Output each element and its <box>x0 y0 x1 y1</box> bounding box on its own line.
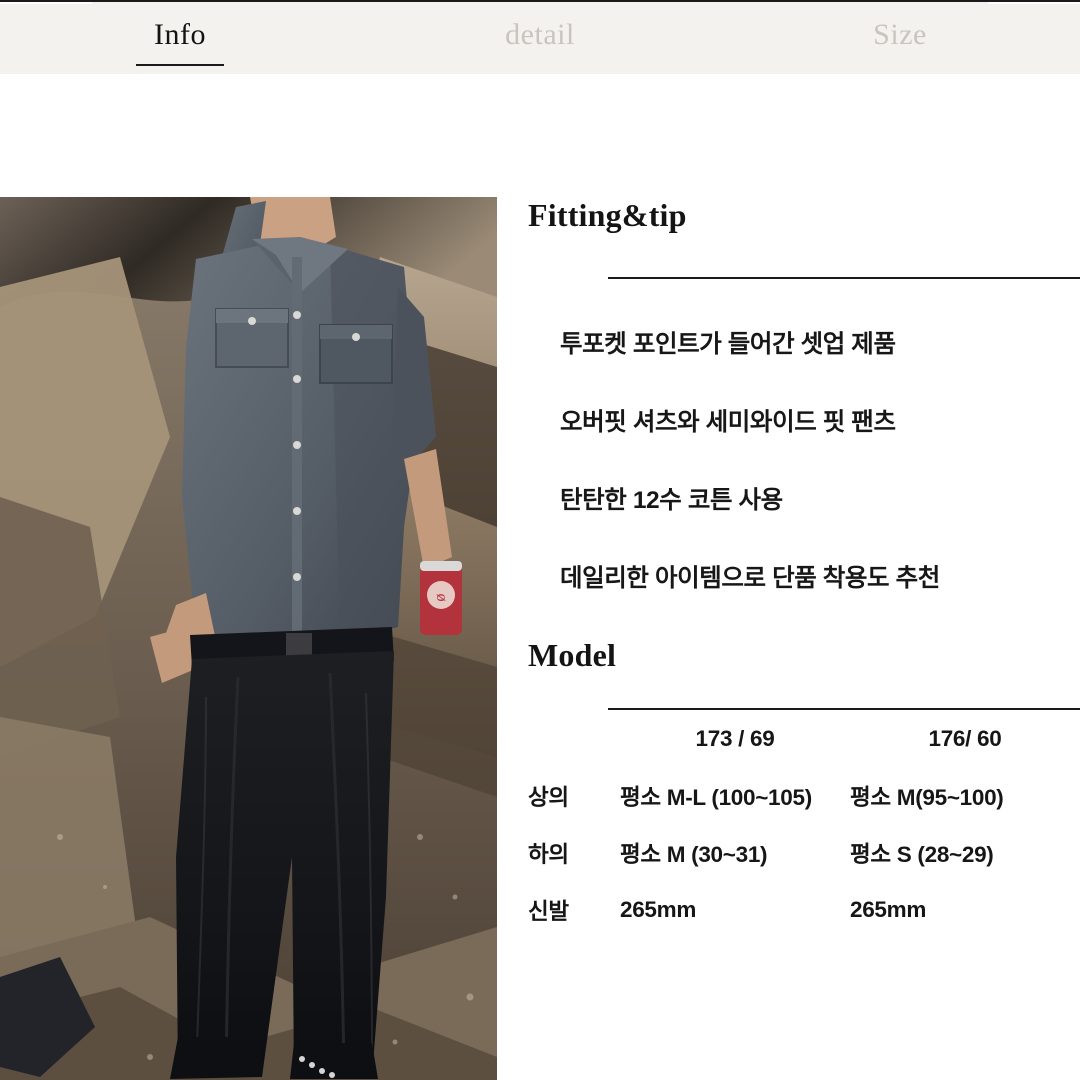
fitting-list: 투포켓 포인트가 들어간 셋업 제품 오버핏 셔츠와 세미와이드 핏 팬츠 탄탄… <box>528 325 1080 594</box>
row-value-a: 평소 M-L (100~105) <box>620 784 812 810</box>
row-label: 하의 <box>528 841 569 867</box>
svg-text:ᴓ: ᴓ <box>437 588 446 605</box>
row-value-a: 평소 M (30~31) <box>620 841 768 867</box>
fitting-heading: Fitting&tip <box>528 197 687 233</box>
fitting-line: 데일리한 아이템으로 단품 착용도 추천 <box>560 565 940 592</box>
model-table-corner <box>528 710 620 767</box>
table-row: 상의 평소 M-L (100~105) 평소 M(95~100) <box>528 767 1080 824</box>
tab-detail-label: detail <box>505 18 575 51</box>
model-heading: Model <box>528 637 617 673</box>
table-row: 신발 265mm 265mm <box>528 881 1080 938</box>
row-value-a: 265mm <box>620 896 697 922</box>
model-column-b-header: 176/ 60 <box>928 725 1002 751</box>
fitting-divider <box>608 277 1080 279</box>
tab-detail[interactable]: detail <box>360 20 720 56</box>
row-label: 상의 <box>528 784 569 810</box>
fitting-line: 탄탄한 12수 코튼 사용 <box>560 487 783 514</box>
tab-bar: Info detail Size <box>0 0 1080 74</box>
tab-bar-rule-left-cap <box>0 2 92 4</box>
tab-active-underline <box>136 64 224 66</box>
row-label: 신발 <box>528 898 569 924</box>
tab-bar-rule-right-cap <box>988 2 1080 4</box>
info-column: Fitting&tip 투포켓 포인트가 들어간 셋업 제품 오버핏 셔츠와 세… <box>528 197 1080 938</box>
fitting-line: 오버핏 셔츠와 세미와이드 핏 팬츠 <box>560 409 896 436</box>
model-column-a-header: 173 / 69 <box>695 725 775 751</box>
row-value-b: 평소 S (28~29) <box>850 841 994 867</box>
tab-info-label: Info <box>154 18 206 51</box>
table-row: 하의 평소 M (30~31) 평소 S (28~29) <box>528 824 1080 881</box>
model-table: 173 / 69 176/ 60 상의 평소 M-L (100~105) 평소 … <box>528 710 1080 938</box>
row-value-b: 평소 M(95~100) <box>850 784 1004 810</box>
content-area: ᴓ Fitting&tip 투포켓 포인트가 들어간 셋업 제품 오버핏 셔츠와… <box>0 74 1080 1080</box>
tab-size-label: Size <box>873 18 927 51</box>
table-row: 173 / 69 176/ 60 <box>528 710 1080 767</box>
product-detail-page: Info detail Size ᴓ Fitting&tip 투포켓 포인트가 … <box>0 0 1080 1080</box>
row-value-b: 265mm <box>850 896 927 922</box>
tab-size[interactable]: Size <box>720 20 1080 56</box>
tab-info[interactable]: Info <box>0 18 360 66</box>
fitting-line: 투포켓 포인트가 들어간 셋업 제품 <box>560 331 896 358</box>
model-photo: ᴓ <box>0 197 497 1080</box>
